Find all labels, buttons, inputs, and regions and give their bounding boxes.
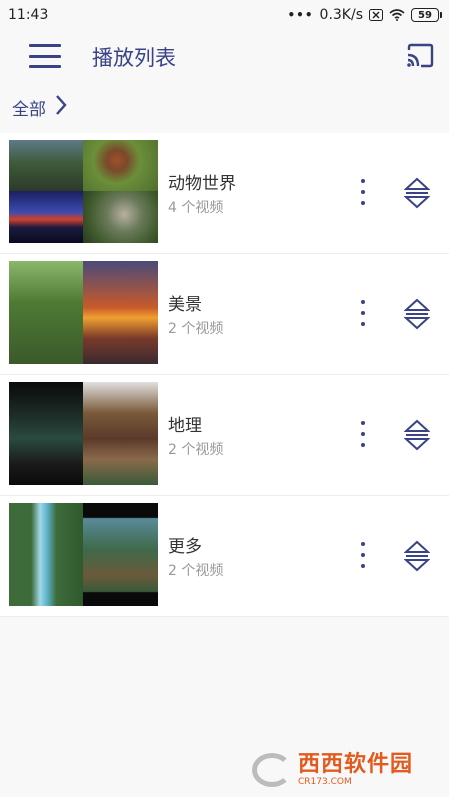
playlist-item[interactable]: 美景 2 个视频 [0,254,449,375]
app-bar: 播放列表 [0,30,449,82]
hamburger-icon[interactable] [29,44,61,68]
chevron-right-icon [54,94,68,120]
thumbnail-image [83,503,158,606]
notification-dots: ••• [287,8,314,22]
playlist-title: 地理 [168,416,202,436]
breadcrumb[interactable]: 全部 [12,94,68,120]
watermark-logo-text: 西西软件园 CR173.COM [298,751,414,787]
playlist-item[interactable]: 动物世界 4 个视频 [0,133,449,254]
thumbnail-image [83,191,158,243]
thumbnail-image [83,261,158,364]
playlist-title: 更多 [168,537,202,557]
playlist-count: 2 个视频 [168,321,224,337]
playlist-thumbnail [9,261,158,364]
sim-icon [369,9,383,21]
reorder-icon[interactable] [403,540,431,572]
playlist-count: 4 个视频 [168,200,224,216]
playlist-item[interactable]: 地理 2 个视频 [0,375,449,496]
watermark-logo-mark [252,753,292,787]
more-vertical-icon[interactable] [353,542,373,568]
more-vertical-icon[interactable] [353,421,373,447]
playlist-thumbnail [9,140,158,243]
breadcrumb-label: 全部 [12,99,46,120]
page-title: 播放列表 [92,46,176,70]
playlist-list: 动物世界 4 个视频 美景 2 个视频 地理 2 个视频 更多 2 个视频 [0,133,449,617]
thumbnail-image [83,140,158,191]
reorder-icon[interactable] [403,298,431,330]
thumbnail-image [9,191,83,243]
playlist-title: 美景 [168,295,202,315]
playlist-title: 动物世界 [168,174,236,194]
thumbnail-image [83,382,158,485]
thumbnail-image [9,503,83,606]
reorder-icon[interactable] [403,177,431,209]
thumbnail-image [9,140,83,191]
playlist-count: 2 个视频 [168,442,224,458]
more-vertical-icon[interactable] [353,179,373,205]
wifi-icon [389,9,405,21]
playlist-count: 2 个视频 [168,563,224,579]
reorder-icon[interactable] [403,419,431,451]
watermark-logo: 西西软件园 CR173.COM [252,750,430,790]
status-bar: 11:43 ••• 0.3K/s 59 [0,0,449,30]
thumbnail-image [9,382,83,485]
playlist-thumbnail [9,503,158,606]
playlist-item[interactable]: 更多 2 个视频 [0,496,449,617]
status-time: 11:43 [8,7,49,23]
cast-icon[interactable] [405,42,435,70]
playlist-thumbnail [9,382,158,485]
more-vertical-icon[interactable] [353,300,373,326]
thumbnail-image [9,261,83,364]
battery-indicator: 59 [411,8,442,22]
network-speed: 0.3K/s [319,7,363,23]
status-icons: ••• 0.3K/s 59 [287,7,442,23]
